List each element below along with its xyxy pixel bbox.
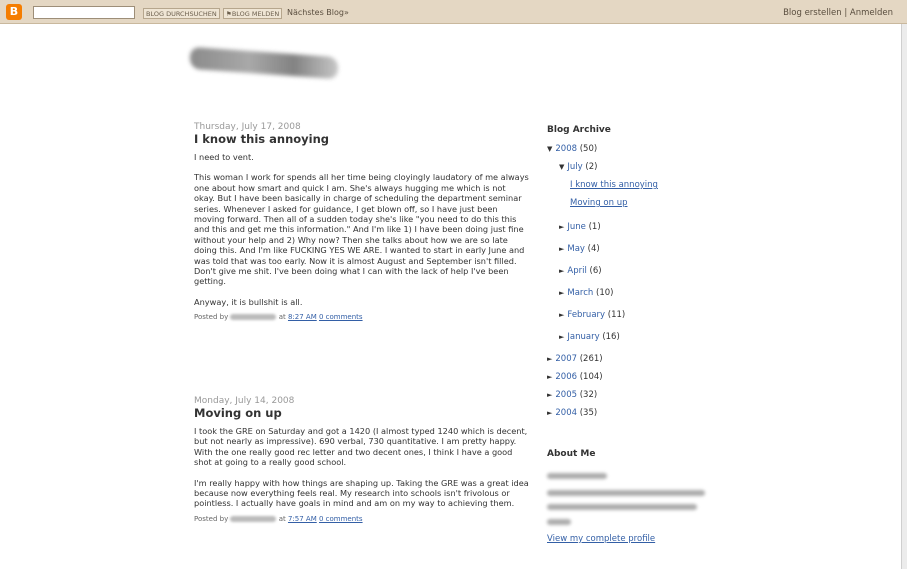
collapsed-toggle-icon[interactable]: ► (547, 373, 552, 381)
collapsed-toggle-icon[interactable]: ► (547, 409, 552, 417)
redacted-name (547, 473, 607, 479)
blog-header-image (190, 46, 338, 80)
archive-month-link[interactable]: May (567, 244, 585, 254)
archive-month-link[interactable]: June (567, 222, 586, 232)
archive-count: (16) (602, 332, 620, 342)
archive-year-2006: ► 2006 (104) (547, 372, 727, 382)
archive-month-link[interactable]: July (567, 162, 582, 172)
create-blog-link[interactable]: Blog erstellen (783, 8, 842, 18)
archive-year-2004: ► 2004 (35) (547, 408, 727, 418)
archive-year-2007: ► 2007 (261) (547, 354, 727, 364)
archive-month-april: ► April (6) (547, 266, 727, 276)
archive-month-link[interactable]: April (567, 266, 586, 276)
archive-month-march: ► March (10) (547, 288, 727, 298)
at-label: at (278, 514, 286, 523)
post-time-link[interactable]: 8:27 AM (288, 313, 317, 321)
post-paragraph: I'm really happy with how things are sha… (194, 477, 529, 509)
post-footer: Posted by at 7:57 AM 0 comments (194, 515, 529, 523)
post-title[interactable]: I know this annoying (194, 133, 529, 146)
posted-by-label: Posted by (194, 313, 229, 322)
blog-post: Monday, July 14, 2008 Moving on up I too… (194, 396, 529, 523)
collapsed-toggle-icon[interactable]: ► (559, 289, 564, 297)
post-footer: Posted by at 8:27 AM 0 comments (194, 313, 529, 321)
at-label: at (278, 313, 286, 322)
expanded-toggle-icon[interactable]: ▼ (547, 145, 552, 153)
flag-blog-button[interactable]: ⚑BLOG MELDEN (223, 8, 283, 19)
redacted-bio-line (547, 504, 697, 510)
archive-count: (4) (587, 244, 600, 254)
archive-post-link[interactable]: Moving on up (570, 198, 627, 208)
archive-month-july: ▼ July (2) (547, 162, 727, 172)
post-title[interactable]: Moving on up (194, 407, 529, 420)
archive-count: (6) (589, 266, 602, 276)
blogger-navbar: B BLOG DURCHSUCHEN ⚑BLOG MELDEN Nächstes… (0, 0, 907, 24)
archive-year-link[interactable]: 2005 (555, 390, 577, 400)
archive-count: (11) (607, 310, 626, 320)
post-paragraph: I took the GRE on Saturday and got a 142… (194, 426, 528, 468)
archive-count: (50) (579, 144, 598, 154)
about-me-section: About Me (547, 449, 727, 468)
collapsed-toggle-icon[interactable]: ► (559, 267, 564, 275)
archive-count: (32) (579, 390, 598, 400)
post-paragraph: Anyway, it is bullshit is all. (194, 296, 303, 307)
archive-count: (2) (585, 162, 598, 172)
archive-month-link[interactable]: February (567, 310, 605, 320)
archive-year-link[interactable]: 2008 (555, 144, 577, 154)
archive-post-link[interactable]: I know this annoying (570, 180, 658, 190)
vertical-scrollbar[interactable] (901, 24, 907, 569)
sign-in-link[interactable]: Anmelden (850, 8, 893, 18)
comments-link[interactable]: 0 comments (319, 313, 363, 321)
archive-year-link[interactable]: 2007 (555, 354, 577, 364)
archive-month-may: ► May (4) (547, 244, 727, 254)
author-name-redacted (230, 314, 277, 321)
post-time-link[interactable]: 7:57 AM (288, 515, 317, 523)
collapsed-toggle-icon[interactable]: ► (547, 391, 552, 399)
collapsed-toggle-icon[interactable]: ► (559, 245, 564, 253)
archive-month-link[interactable]: January (567, 332, 599, 342)
archive-count: (104) (579, 372, 603, 382)
archive-month-february: ► February (11) (547, 310, 727, 320)
archive-post-item: I know this annoying (547, 180, 727, 190)
post-body: I need to vent. This woman I work for sp… (194, 152, 529, 307)
archive-year-2005: ► 2005 (32) (547, 390, 727, 400)
navbar-separator: | (844, 8, 848, 18)
collapsed-toggle-icon[interactable]: ► (559, 333, 564, 341)
archive-year-2008: ▼ 2008 (50) (547, 144, 727, 154)
archive-count: (261) (579, 354, 603, 364)
archive-month-june: ► June (1) (547, 222, 727, 232)
archive-count: (1) (588, 222, 601, 232)
blog-archive: Blog Archive ▼ 2008 (50) ▼ July (2) I know… (547, 125, 727, 426)
archive-year-link[interactable]: 2004 (555, 408, 577, 418)
post-date: Monday, July 14, 2008 (194, 396, 295, 406)
archive-post-item: Moving on up (547, 198, 727, 208)
archive-month-january: ► January (16) (547, 332, 727, 342)
collapsed-toggle-icon[interactable]: ► (547, 355, 552, 363)
post-body: I took the GRE on Saturday and got a 142… (194, 426, 529, 509)
collapsed-toggle-icon[interactable]: ► (559, 311, 564, 319)
navbar-right: Blog erstellen | Anmelden (783, 8, 893, 18)
posted-by-label: Posted by (194, 514, 229, 523)
collapsed-toggle-icon[interactable]: ► (559, 223, 564, 231)
redacted-bio-line (547, 519, 571, 525)
archive-count: (10) (596, 288, 614, 298)
redacted-bio-line (547, 490, 705, 496)
author-name-redacted (230, 515, 277, 522)
archive-count: (35) (579, 408, 598, 418)
comments-link[interactable]: 0 comments (319, 515, 363, 523)
view-profile-link[interactable]: View my complete profile (547, 534, 655, 544)
archive-month-link[interactable]: March (567, 288, 593, 298)
about-me-title: About Me (547, 449, 596, 459)
blog-search-input[interactable] (33, 6, 135, 19)
search-blog-button[interactable]: BLOG DURCHSUCHEN (143, 8, 220, 19)
next-blog-link[interactable]: Nächstes Blog» (287, 8, 349, 17)
blog-post: Thursday, July 17, 2008 I know this anno… (194, 122, 529, 321)
blogger-logo-icon[interactable]: B (6, 4, 22, 20)
archive-title: Blog Archive (547, 125, 611, 135)
archive-year-link[interactable]: 2006 (555, 372, 577, 382)
post-paragraph: This woman I work for spends all her tim… (194, 172, 529, 287)
expanded-toggle-icon[interactable]: ▼ (559, 163, 564, 171)
post-date: Thursday, July 17, 2008 (194, 122, 301, 132)
post-paragraph: I need to vent. (194, 152, 254, 162)
